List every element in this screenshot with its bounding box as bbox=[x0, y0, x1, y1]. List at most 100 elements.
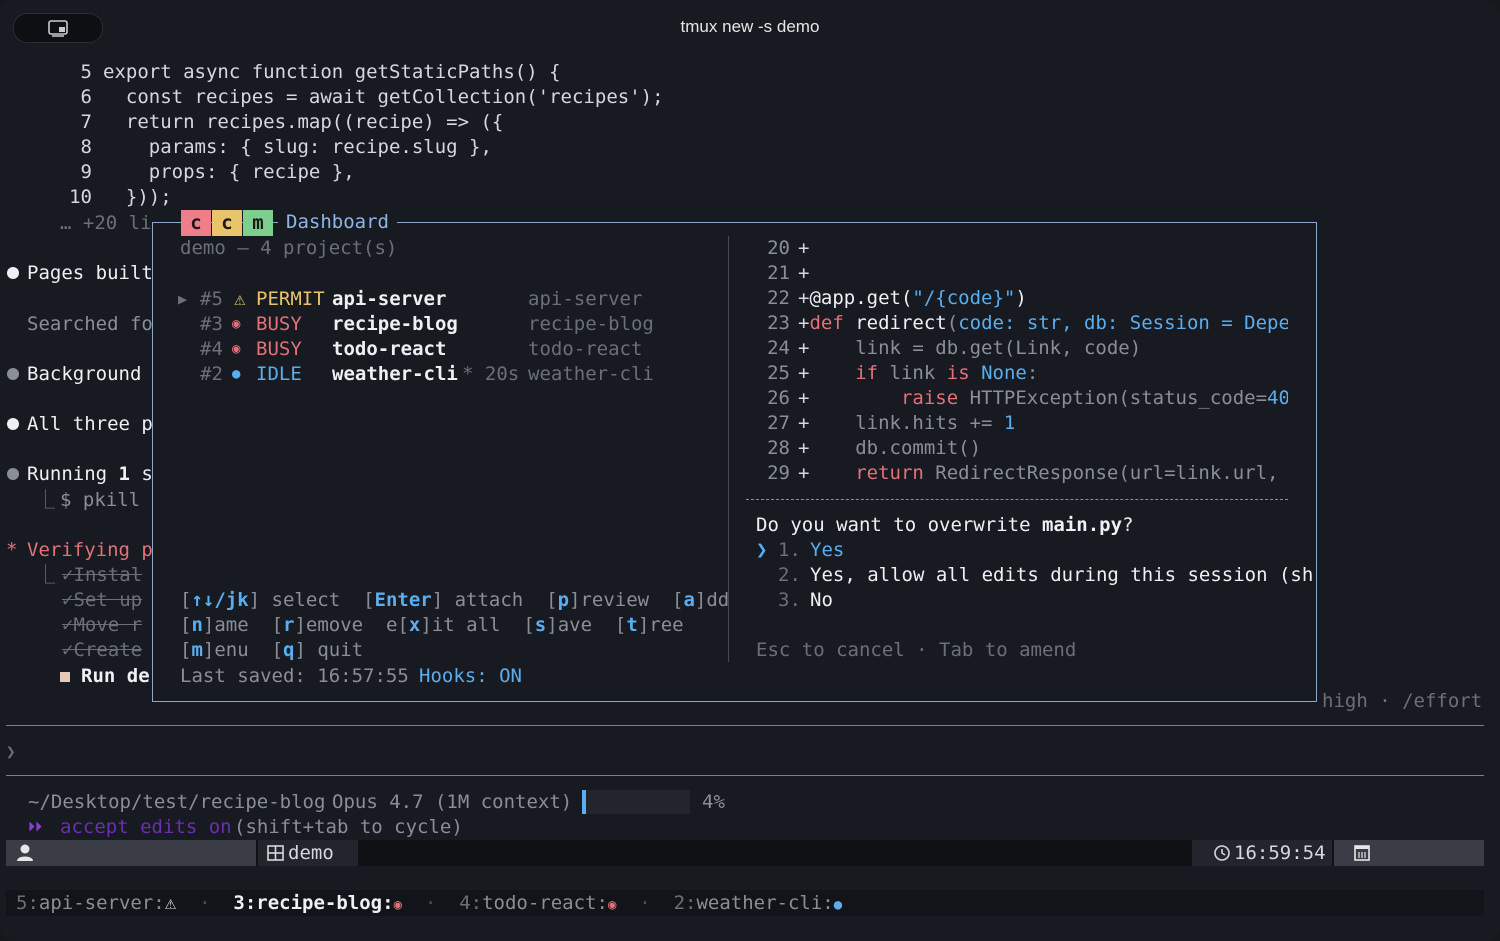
prompt-question-end: ? bbox=[1122, 514, 1134, 536]
tmux-window-tab[interactable]: 2:weather-cli:● bbox=[674, 892, 843, 914]
message-input[interactable] bbox=[26, 741, 1476, 763]
spinner-icon: * bbox=[6, 539, 18, 561]
option-label: Yes, allow all edits during this session… bbox=[810, 564, 1314, 586]
task-item-active: Run de bbox=[81, 665, 150, 687]
diff-line: + bbox=[798, 236, 1288, 261]
diff-line: + link.hits += 1 bbox=[798, 411, 1288, 436]
diff-line-number: 20 bbox=[767, 237, 790, 259]
key-menu: m bbox=[191, 639, 203, 661]
user-icon bbox=[17, 844, 33, 861]
log-running-prefix: Running bbox=[27, 463, 119, 485]
diff-token: raise bbox=[900, 387, 959, 409]
line-number: 7 bbox=[80, 111, 92, 133]
diff-token: ( bbox=[946, 312, 959, 334]
option-number: 2. bbox=[778, 564, 801, 586]
calendar-icon bbox=[1354, 845, 1370, 861]
log-background: Background bbox=[27, 363, 142, 385]
diff-token: code: str, db: Session = Depend bbox=[958, 312, 1288, 334]
help-tree: ree bbox=[649, 614, 684, 636]
mode-label[interactable]: accept edits on bbox=[60, 815, 232, 840]
option-number: 3. bbox=[778, 589, 801, 611]
project-id: #2 bbox=[200, 363, 223, 385]
diff-line-number: 23 bbox=[767, 312, 790, 334]
code-line: export async function getStaticPaths() { bbox=[103, 61, 561, 83]
diff-line-number: 24 bbox=[767, 337, 790, 359]
project-status: BUSY bbox=[256, 338, 302, 360]
window-index: 2: bbox=[673, 892, 697, 914]
diff-added-marker: + bbox=[798, 362, 810, 384]
tmux-window-tab[interactable]: 3:recipe-blog:◉ bbox=[233, 892, 402, 914]
diff-token: link bbox=[878, 362, 947, 384]
key-tree: t bbox=[626, 614, 638, 636]
context-bar bbox=[582, 790, 690, 814]
tree-branch-icon: ⎿ bbox=[36, 489, 56, 511]
badge-m: m bbox=[243, 210, 273, 236]
tab-separator: · bbox=[176, 892, 234, 914]
line-number: 8 bbox=[80, 136, 92, 158]
diff-separator bbox=[746, 499, 1288, 500]
option-label: No bbox=[810, 589, 833, 611]
tmux-window-tab[interactable]: 4:todo-react:◉ bbox=[459, 892, 616, 914]
diff-line-number: 26 bbox=[767, 387, 790, 409]
effort-indicator: high · /effort bbox=[1322, 690, 1483, 712]
help-remove: emove bbox=[305, 614, 364, 636]
selection-pointer-icon: ▶ bbox=[178, 290, 188, 308]
diff-token bbox=[809, 362, 855, 384]
project-id: #5 bbox=[200, 288, 223, 310]
diff-line: + if link is None: bbox=[798, 361, 1288, 386]
help-exit-pre: e bbox=[386, 614, 398, 636]
diff-token: 1 bbox=[1003, 412, 1016, 434]
diff-added-marker: + bbox=[798, 437, 810, 459]
context-percent: 4% bbox=[702, 791, 725, 813]
window-index: 5: bbox=[16, 892, 39, 914]
key-enter: Enter bbox=[374, 589, 432, 611]
help-name: ame bbox=[214, 614, 249, 636]
diff-line: + link = db.get(Link, code) bbox=[798, 336, 1288, 361]
dashboard-title: Dashboard bbox=[278, 210, 397, 235]
bullet-icon bbox=[7, 468, 19, 480]
code-line: return recipes.map((recipe) => ({ bbox=[103, 111, 504, 133]
key-exit: x bbox=[408, 614, 421, 636]
code-line: })); bbox=[103, 186, 172, 208]
diff-token: @app.get( bbox=[809, 287, 913, 309]
project-path: weather-cli bbox=[528, 363, 654, 385]
window-title: tmux new -s demo bbox=[680, 17, 820, 36]
idle-icon: ● bbox=[232, 366, 241, 382]
last-saved: Last saved: 16:57:55 bbox=[180, 665, 409, 687]
window-name: api-server: bbox=[38, 892, 165, 914]
busy-icon: ◉ bbox=[232, 316, 241, 332]
log-searched: Searched fo bbox=[27, 313, 153, 335]
diff-token: 404 bbox=[1267, 387, 1288, 409]
tmux-window-tab[interactable]: 5:api-server:⚠ bbox=[16, 892, 176, 914]
diff-added-marker: + bbox=[798, 462, 810, 484]
window-index: 3: bbox=[233, 892, 257, 914]
diff-token: def bbox=[809, 312, 844, 334]
session-segment[interactable]: demo bbox=[258, 840, 358, 866]
window-name: recipe-blog: bbox=[256, 892, 394, 914]
warning-icon: ⚠ bbox=[234, 288, 246, 310]
diff-token: : bbox=[1026, 362, 1039, 384]
window-name: weather-cli: bbox=[696, 892, 834, 914]
bullet-icon bbox=[7, 267, 19, 279]
input-top-border bbox=[6, 725, 1484, 726]
log-running-count: 1 bbox=[118, 463, 130, 485]
diff-line: + raise HTTPException(status_code=404, bbox=[798, 386, 1288, 411]
project-name: todo-react bbox=[332, 338, 447, 360]
help-exit: it all bbox=[431, 614, 501, 636]
project-name: api-server bbox=[332, 288, 447, 310]
context-bar-fill bbox=[582, 790, 587, 814]
diff-line: + bbox=[798, 261, 1288, 286]
accept-edits-icon: ⏵⏵ bbox=[28, 819, 42, 835]
input-prompt-icon: ❯ bbox=[6, 742, 16, 761]
diff-token: None bbox=[981, 362, 1027, 384]
help-menu: enu bbox=[214, 639, 249, 661]
diff-token: RedirectResponse(url=link.url, st bbox=[923, 462, 1288, 484]
warning-icon: ⚠ bbox=[164, 892, 177, 914]
session-name: demo bbox=[288, 842, 334, 864]
diff-line: +def redirect(code: str, db: Session = D… bbox=[798, 311, 1288, 336]
hooks-status: Hooks: ON bbox=[419, 665, 522, 687]
project-id: #3 bbox=[200, 313, 223, 335]
key-preview: p bbox=[557, 589, 570, 611]
clock-icon bbox=[1214, 845, 1230, 861]
terminal-window: tmux new -s demo 5 export async function… bbox=[0, 0, 1500, 941]
